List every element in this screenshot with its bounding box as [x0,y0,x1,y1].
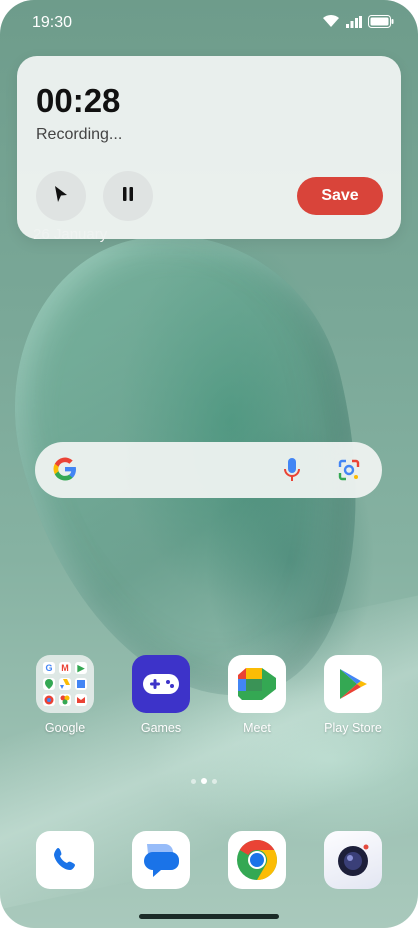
app-label: Play Store [324,721,382,735]
status-bar: 19:30 [0,0,418,44]
page-indicator [191,778,217,784]
calendar-mini-icon [75,678,87,690]
camera-icon [324,831,382,889]
phone-icon [36,831,94,889]
save-button[interactable]: Save [297,177,383,215]
google-folder-icon: G M ▶ [36,655,94,713]
app-play-store[interactable]: Play Store [313,655,393,735]
dock-messages[interactable] [121,831,201,889]
home-screen: 19:30 26 January 00:28 Recording... [0,0,418,928]
signal-icon [346,15,362,33]
pause-icon [121,186,135,207]
pause-button[interactable] [103,171,153,221]
app-label: Google [44,721,86,735]
messages-icon [132,831,190,889]
folder-letter: M [59,662,71,674]
meet-icon [228,655,286,713]
wifi-icon [322,14,340,33]
gmail-mini-icon [75,694,87,706]
chrome-icon [228,831,286,889]
app-meet[interactable]: Meet [217,655,297,735]
drive-mini-icon [59,678,71,690]
play-store-icon [324,655,382,713]
battery-icon [368,14,394,33]
google-logo-icon [51,455,79,488]
dock-phone[interactable] [25,831,105,889]
microphone-icon[interactable] [282,456,302,489]
status-icons [322,14,394,33]
gamepad-icon [132,655,190,713]
home-indicator[interactable] [139,914,279,919]
chrome-mini-icon [43,694,55,706]
google-search-bar[interactable] [35,442,382,498]
folder-letter: G [43,662,55,674]
folder-letter: ▶ [75,662,87,674]
screen-recorder-panel: 00:28 Recording... Save [17,56,401,239]
app-label: Meet [243,721,271,735]
app-games[interactable]: Games [121,655,201,735]
page-dot[interactable] [212,778,217,784]
maps-mini-icon [43,678,55,690]
status-time: 19:30 [32,14,73,31]
cursor-icon [53,185,69,208]
lens-icon[interactable] [337,458,361,487]
app-google-folder[interactable]: G M ▶ Google [25,655,105,735]
pointer-button[interactable] [36,171,86,221]
dock-camera[interactable] [313,831,393,889]
photos-mini-icon [59,694,71,706]
page-dot-active[interactable] [201,778,207,784]
dock-chrome[interactable] [217,831,297,889]
recording-status: Recording... [36,126,123,143]
recording-timer: 00:28 [36,82,121,119]
page-dot[interactable] [191,778,196,784]
app-label: Games [140,721,182,735]
